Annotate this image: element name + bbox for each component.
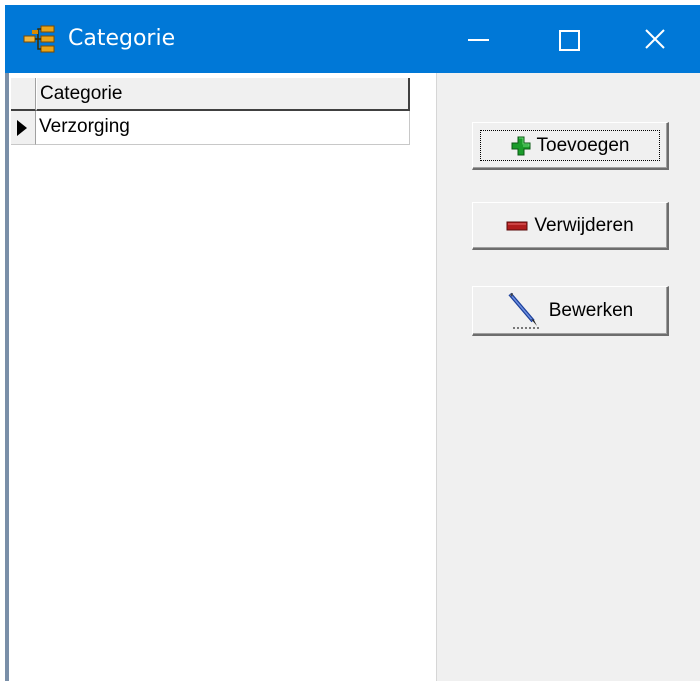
maximize-button[interactable] [522, 5, 614, 73]
remove-button-label: Verwijderen [534, 214, 634, 236]
title-bar[interactable]: Categorie [5, 5, 700, 73]
close-icon [645, 29, 665, 49]
add-button[interactable]: Toevoegen [472, 122, 669, 170]
minimize-button[interactable] [430, 5, 522, 73]
edit-button-label: Bewerken [548, 299, 634, 321]
close-button[interactable] [608, 5, 700, 73]
grid-header-row: Categorie [9, 78, 410, 111]
table-row[interactable]: Verzorging [9, 111, 413, 145]
row-indicator-header [11, 78, 36, 111]
green-plus-icon [511, 136, 531, 156]
current-row-arrow-icon [17, 120, 27, 136]
remove-button[interactable]: Verwijderen [472, 202, 669, 250]
add-button-label: Toevoegen [536, 134, 630, 156]
category-window: Categorie Categorie Verzorging Toevoegen… [5, 5, 700, 681]
pen-edit-icon [507, 291, 543, 331]
row-indicator[interactable] [11, 111, 36, 145]
category-tree-icon [22, 24, 56, 54]
column-header-categorie[interactable]: Categorie [36, 78, 410, 111]
category-grid[interactable]: Categorie Verzorging [5, 73, 437, 681]
red-minus-icon [506, 221, 528, 231]
window-title: Categorie [68, 26, 176, 51]
edit-button[interactable]: Bewerken [472, 286, 669, 336]
table-cell-categorie[interactable]: Verzorging [36, 111, 410, 145]
